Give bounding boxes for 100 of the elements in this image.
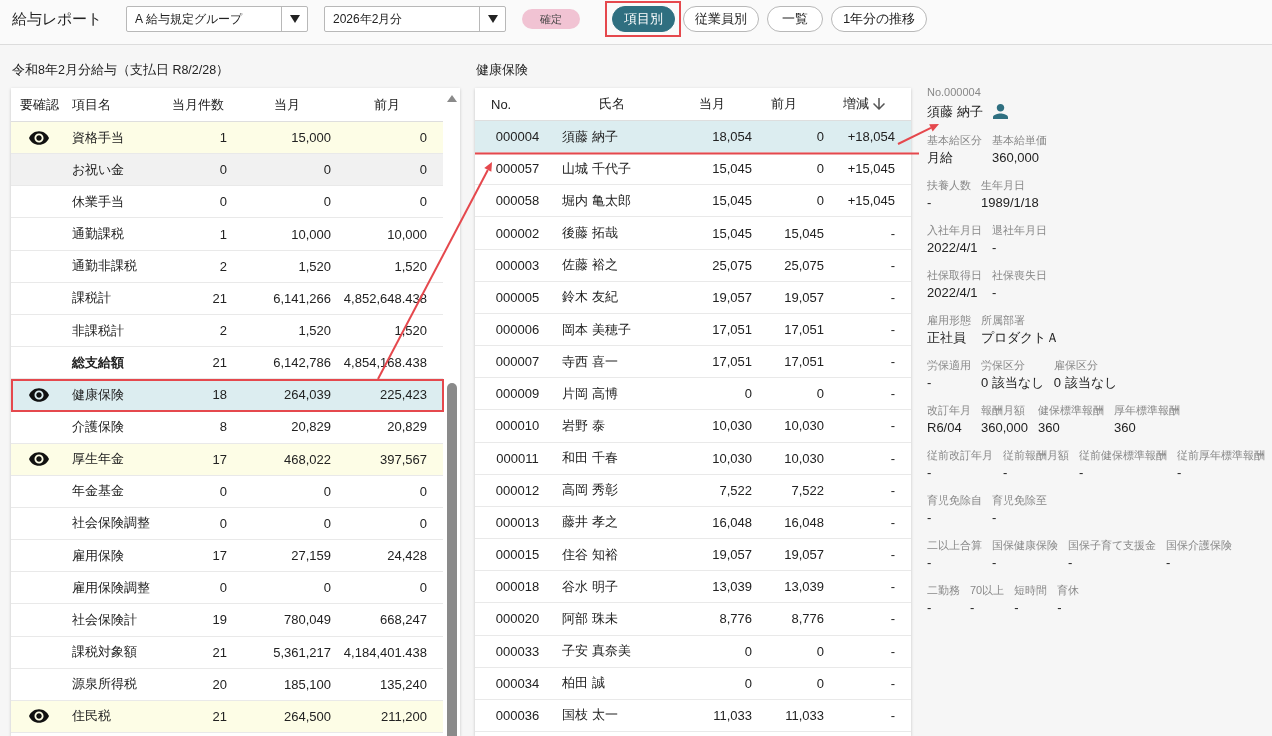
table-cell-text: 17 — [212, 451, 228, 467]
table-row[interactable]: 000058 堀内 亀太郎 15,045 0 +15,045 — [475, 185, 911, 218]
table-cell: - — [890, 514, 895, 530]
field-value: - — [992, 239, 997, 257]
table-cell-text: 課税対象額 — [71, 643, 137, 662]
table-cell-text: 住民税 — [71, 707, 111, 726]
table-cell-text: 0 — [323, 483, 332, 499]
table-row[interactable]: 源泉所得税 20 185,100 135,240 — [11, 668, 443, 701]
table-row[interactable]: 000013 藤井 孝之 16,048 16,048 - — [475, 506, 911, 540]
group-select[interactable]: A 給与規定グループ — [126, 6, 308, 32]
table-row[interactable]: 住民税 21 264,500 211,200 — [11, 700, 443, 733]
field-value: 360 — [1038, 419, 1060, 437]
table-row[interactable]: 000018 谷水 明子 13,039 13,039 - — [475, 571, 911, 604]
table-row[interactable]: 年金基金 0 0 0 — [11, 475, 443, 508]
field-value: - — [927, 194, 932, 212]
field-label: 育休 — [1057, 583, 1080, 598]
column-header[interactable]: 前月 — [771, 95, 797, 113]
column-header[interactable]: No. — [475, 96, 512, 112]
table-row[interactable]: 000007 寺西 喜一 17,051 17,051 - — [475, 346, 911, 379]
column-header[interactable]: 氏名 — [599, 95, 625, 113]
table-row[interactable]: 000057 山城 千代子 15,045 0 +15,045 — [475, 153, 911, 186]
table-cell: 000018 — [495, 579, 540, 595]
table-row[interactable]: 000004 須藤 納子 18,054 0 +18,054 — [475, 121, 911, 154]
view-button[interactable]: 項目別 — [612, 6, 675, 32]
table-row[interactable]: 介護保険 8 20,829 20,829 — [11, 411, 443, 444]
table-cell: - — [890, 257, 895, 273]
table-cell-text: 397,567 — [380, 451, 428, 467]
field-value: 2022/4/1 — [927, 239, 978, 257]
table-cell-text: 高岡 秀彰 — [561, 481, 618, 500]
table-row[interactable]: 000003 佐藤 裕之 25,075 25,075 - — [475, 249, 911, 282]
table-cell: 000007 — [495, 354, 540, 370]
table-row[interactable]: 休業手当 0 0 0 — [11, 186, 443, 219]
table-cell: 000034 — [495, 675, 540, 691]
table-row[interactable]: 000010 岩野 泰 10,030 10,030 - — [475, 410, 911, 443]
column-header: 項目名 — [71, 95, 111, 114]
field-label: 従前改訂年月 — [927, 448, 993, 463]
table-row[interactable]: 通勤課税 1 10,000 10,000 — [11, 218, 443, 251]
table-cell-text: 0 — [419, 130, 428, 146]
table-row[interactable]: お祝い金 0 0 0 — [11, 154, 443, 187]
table-row[interactable]: 資格手当 1 15,000 0 — [11, 122, 443, 155]
table-cell-text: お祝い金 — [71, 160, 124, 179]
table-cell-text: 264,039 — [284, 387, 332, 403]
table-cell: 0 — [744, 675, 752, 691]
table-cell-text: 総支給額 — [71, 353, 124, 372]
column-header[interactable]: 当月 — [699, 95, 725, 113]
table-row[interactable]: 000012 高岡 秀彰 7,522 7,522 - — [475, 474, 911, 507]
table-row[interactable]: 通勤非課税 2 1,520 1,520 — [11, 250, 443, 283]
table-row[interactable]: 雇用保険 17 27,159 24,428 — [11, 540, 443, 573]
table-cell-text: 0 — [323, 580, 332, 596]
table-row[interactable]: 社会保険計 19 780,049 668,247 — [11, 604, 443, 637]
field-value: - — [1068, 554, 1073, 572]
table-cell-text: 堀内 亀太郎 — [561, 191, 631, 210]
table-row[interactable]: 健康保険 18 264,039 225,423 — [11, 379, 443, 412]
table-cell: 0 — [816, 161, 824, 177]
table-row[interactable]: 000009 片岡 高博 0 0 - — [475, 378, 911, 411]
table-cell-text: 21 — [212, 355, 228, 371]
view-button[interactable]: 一覧 — [767, 6, 823, 32]
table-row[interactable]: 000036 国枝 太一 11,033 11,033 - — [475, 699, 911, 732]
table-row[interactable]: 厚生年金 17 468,022 397,567 — [11, 443, 443, 476]
view-button[interactable]: 1年分の推移 — [831, 6, 928, 32]
scrollbar-thumb[interactable] — [446, 383, 457, 736]
table-cell: 000010 — [495, 418, 540, 434]
table-row[interactable]: 000015 住谷 知裕 19,057 19,057 - — [475, 539, 911, 572]
table-cell-text: 通勤課税 — [71, 225, 124, 244]
table-cell-text: 源泉所得税 — [71, 675, 137, 694]
table-row[interactable]: 000002 後藤 拓哉 15,045 15,045 - — [475, 217, 911, 250]
column-header[interactable]: 増減 — [843, 95, 885, 113]
scroll-up-arrow-icon[interactable] — [446, 95, 457, 102]
table-cell-text: 0 — [419, 483, 428, 499]
month-select[interactable]: 2026年2月分 — [324, 6, 506, 32]
table-cell-text: 21 — [212, 708, 228, 724]
table-cell-text: 0 — [419, 162, 428, 178]
table-cell: 19,057 — [712, 547, 752, 563]
table-cell: 0 — [816, 675, 824, 691]
table-cell-text: 片岡 高博 — [561, 384, 618, 403]
table-cell: 18,054 — [712, 129, 752, 145]
table-row[interactable]: 000006 岡本 美穂子 17,051 17,051 - — [475, 313, 911, 347]
table-cell-text: 雇用保険調整 — [71, 578, 150, 597]
table-row[interactable]: 000034 柏田 誠 0 0 - — [475, 667, 911, 700]
table-cell: 7,522 — [719, 482, 752, 498]
table-cell: 15,045 — [784, 225, 824, 241]
table-row[interactable]: 課税対象額 21 5,361,217 4,184,401.438 — [11, 636, 443, 669]
field-label: 二勤務 — [927, 583, 960, 598]
view-button[interactable]: 従業員別 — [683, 6, 759, 32]
field-label: 所属部署 — [981, 313, 1025, 328]
table-row[interactable]: 000020 阿部 珠未 8,776 8,776 - — [475, 603, 911, 636]
table-cell-text: 21 — [212, 644, 228, 660]
table-row[interactable]: 000011 和田 千春 10,030 10,030 - — [475, 442, 911, 475]
table-cell-text: 非課税計 — [71, 321, 124, 340]
table-cell: 000015 — [495, 547, 540, 563]
table-row[interactable]: 雇用保険調整 0 0 0 — [11, 572, 443, 605]
table-row[interactable]: 000033 子安 真奈美 0 0 - — [475, 635, 911, 668]
table-row[interactable]: 000005 鈴木 友紀 19,057 19,057 - — [475, 281, 911, 314]
table-cell: 0 — [816, 386, 824, 402]
table-row[interactable]: 社会保険調整 0 0 0 — [11, 507, 443, 541]
table-cell-text: 社会保険計 — [71, 610, 137, 629]
table-cell-text: 谷水 明子 — [561, 577, 618, 596]
table-cell: 25,075 — [784, 257, 824, 273]
person-icon[interactable] — [992, 104, 1008, 119]
table-cell: - — [890, 354, 895, 370]
